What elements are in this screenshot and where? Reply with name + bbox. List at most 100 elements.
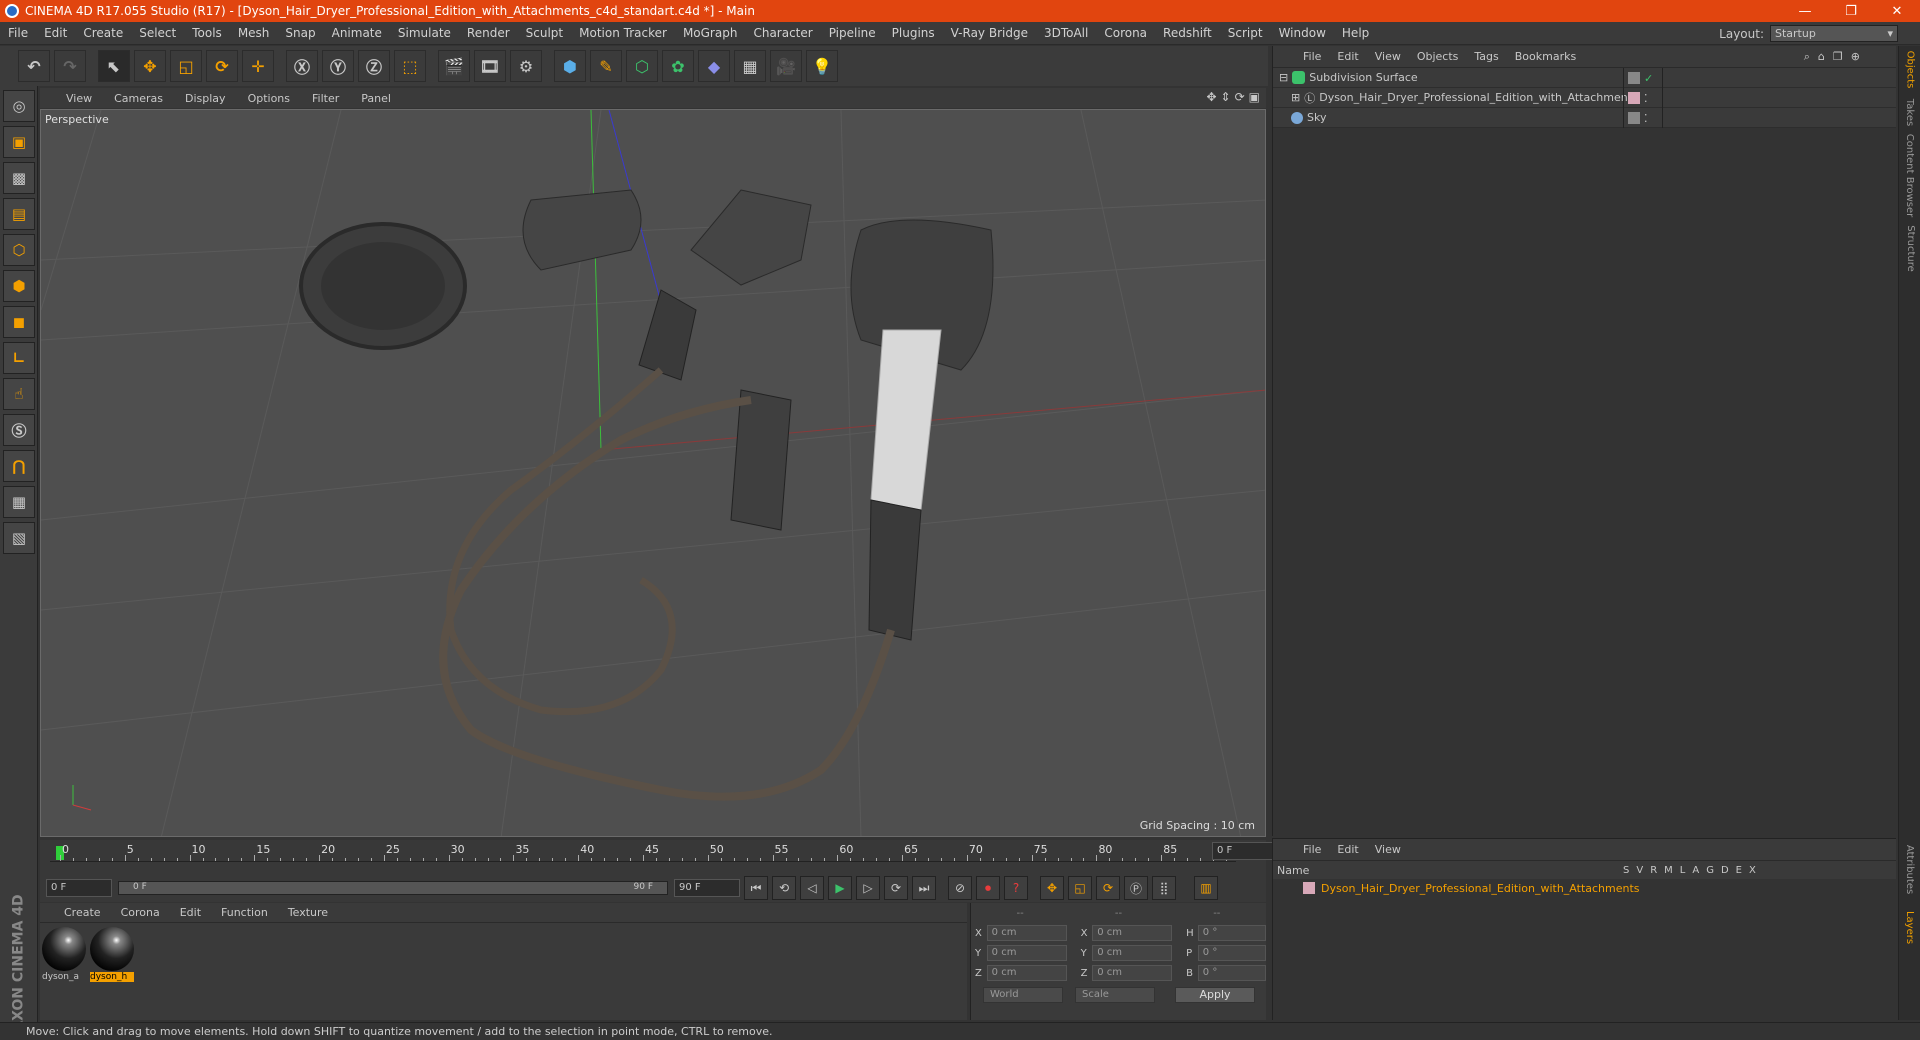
scale-tool-icon[interactable]: ◱ (170, 50, 202, 82)
layout-dropdown[interactable]: Startup (1770, 25, 1898, 42)
rotation-p-field[interactable]: 0 ° (1197, 945, 1267, 961)
viewport-menu-display[interactable]: Display (173, 92, 236, 105)
viewport-menu-cameras[interactable]: Cameras (102, 92, 173, 105)
layer-menu-edit[interactable]: Edit (1329, 843, 1366, 856)
menu-motion-tracker[interactable]: Motion Tracker (571, 26, 675, 40)
size-y-field[interactable]: 0 cm (1092, 945, 1173, 961)
menu-render[interactable]: Render (459, 26, 518, 40)
deformer-icon[interactable]: ◆ (698, 50, 730, 82)
minimize-button[interactable]: — (1782, 0, 1828, 22)
position-z-field[interactable]: 0 cm (986, 965, 1067, 981)
object-menu-objects[interactable]: Objects (1409, 50, 1467, 63)
tab-structure[interactable]: Structure (1899, 220, 1920, 276)
select-tool-icon[interactable]: ⬉ (98, 50, 130, 82)
menu-select[interactable]: Select (131, 26, 184, 40)
y-axis-icon[interactable]: Ⓨ (322, 50, 354, 82)
close-button[interactable]: ✕ (1874, 0, 1920, 22)
start-frame-field[interactable]: 0 F (46, 879, 112, 897)
solo-icon[interactable]: Ⓢ (3, 414, 35, 446)
menu-mograph[interactable]: MoGraph (675, 26, 746, 40)
material-menu-function[interactable]: Function (211, 906, 278, 919)
edges-mode-icon[interactable]: ⬢ (3, 270, 35, 302)
current-frame-field[interactable]: 0 F (1212, 842, 1274, 860)
make-editable-icon[interactable]: ◎ (3, 90, 35, 122)
menu-simulate[interactable]: Simulate (390, 26, 459, 40)
autokey-icon[interactable]: ⏺ (976, 876, 1000, 900)
object-row-sky[interactable]: Sky ⁚ (1273, 108, 1896, 128)
tab-takes[interactable]: Takes (1899, 94, 1920, 130)
viewport-maximize-icon[interactable]: ▣ (1249, 90, 1260, 104)
subdivision-surface-icon[interactable]: ⬡ (626, 50, 658, 82)
material-menu-texture[interactable]: Texture (278, 906, 338, 919)
go-to-start-icon[interactable]: ⏮ (744, 876, 768, 900)
material-swatch-selected[interactable]: dyson_h (90, 927, 134, 987)
axis-mode-icon[interactable]: ∟ (3, 342, 35, 374)
menu-help[interactable]: Help (1334, 26, 1377, 40)
z-axis-icon[interactable]: Ⓩ (358, 50, 390, 82)
lock-workplane-icon[interactable]: ▦ (3, 486, 35, 518)
render-view-icon[interactable]: 🎬 (438, 50, 470, 82)
enabled-check-icon[interactable]: ✓ (1644, 72, 1653, 85)
object-menu-file[interactable]: File (1295, 50, 1329, 63)
size-z-field[interactable]: 0 cm (1092, 965, 1173, 981)
material-menu-corona[interactable]: Corona (111, 906, 170, 919)
camera-icon[interactable]: 🎥 (770, 50, 802, 82)
undo-icon[interactable]: ↶ (18, 50, 50, 82)
planar-workplane-icon[interactable]: ▧ (3, 522, 35, 554)
viewport-zoom-icon[interactable]: ⇕ (1221, 90, 1231, 104)
menu-edit[interactable]: Edit (36, 26, 75, 40)
coordinate-mode-dropdown[interactable]: World (983, 987, 1063, 1003)
visibility-dots-icon[interactable]: ⁚ (1644, 92, 1648, 105)
floor-icon[interactable]: ▦ (734, 50, 766, 82)
menu-plugins[interactable]: Plugins (884, 26, 943, 40)
object-menu-bookmarks[interactable]: Bookmarks (1507, 50, 1584, 63)
tweak-mode-icon[interactable]: ☝ (3, 378, 35, 410)
timeline-ruler[interactable]: 051015202530354045505560657075808590 0 F (40, 840, 1274, 874)
object-row-dyson[interactable]: ⊞ Ⓛ Dyson_Hair_Dryer_Professional_Editio… (1273, 88, 1896, 108)
material-swatch[interactable]: dyson_a (42, 927, 86, 987)
record-keys-icon[interactable]: ⊘ (948, 876, 972, 900)
play-icon[interactable]: ▶ (828, 876, 852, 900)
tab-content-browser[interactable]: Content Browser (1899, 132, 1920, 218)
layer-menu-file[interactable]: File (1295, 843, 1329, 856)
cube-object-icon[interactable]: ⬢ (554, 50, 586, 82)
menu-tools[interactable]: Tools (184, 26, 230, 40)
object-menu-tags[interactable]: Tags (1466, 50, 1506, 63)
spline-pen-icon[interactable]: ✎ (590, 50, 622, 82)
texture-mode-icon[interactable]: ▩ (3, 162, 35, 194)
x-axis-icon[interactable]: Ⓧ (286, 50, 318, 82)
coordinate-type-dropdown[interactable]: Scale (1075, 987, 1155, 1003)
position-x-field[interactable]: 0 cm (986, 925, 1067, 941)
snap-magnet-icon[interactable]: ⋂ (3, 450, 35, 482)
key-scale-icon[interactable]: ◱ (1068, 876, 1092, 900)
expand-toggle-icon[interactable]: ⊞ (1291, 91, 1300, 104)
object-menu-edit[interactable]: Edit (1329, 50, 1366, 63)
layer-menu-view[interactable]: View (1367, 843, 1409, 856)
key-position-icon[interactable]: ✥ (1040, 876, 1064, 900)
polygons-mode-icon[interactable]: ◼ (3, 306, 35, 338)
keyframe-selection-icon[interactable]: ? (1004, 876, 1028, 900)
viewport-move-icon[interactable]: ✥ (1206, 90, 1216, 104)
material-menu-edit[interactable]: Edit (170, 906, 211, 919)
menu-file[interactable]: File (0, 26, 36, 40)
key-param-icon[interactable]: Ⓟ (1124, 876, 1148, 900)
menu-redshift[interactable]: Redshift (1155, 26, 1220, 40)
apply-button[interactable]: Apply (1175, 987, 1255, 1003)
expand-icon[interactable]: ⊕ (1851, 50, 1860, 64)
menu-script[interactable]: Script (1220, 26, 1271, 40)
collapse-toggle-icon[interactable]: ⊟ (1279, 71, 1288, 84)
viewport-rotate-icon[interactable]: ⟳ (1235, 90, 1245, 104)
cloner-icon[interactable]: ✿ (662, 50, 694, 82)
viewport-menu-view[interactable]: View (54, 92, 102, 105)
viewport-menu-options[interactable]: Options (236, 92, 300, 105)
rotate-tool-icon[interactable]: ⟳ (206, 50, 238, 82)
restore-button[interactable]: ❐ (1828, 0, 1874, 22)
render-settings-icon[interactable]: ⚙ (510, 50, 542, 82)
frame-ruler[interactable]: 051015202530354045505560657075808590 (50, 842, 1242, 862)
layer-row[interactable]: Dyson_Hair_Dryer_Professional_Edition_wi… (1273, 879, 1896, 897)
object-row-subdivision-surface[interactable]: ⊟ Subdivision Surface ✓ (1273, 68, 1896, 88)
viewport-menu-filter[interactable]: Filter (300, 92, 349, 105)
tab-attributes[interactable]: Attributes (1899, 836, 1920, 902)
coordinate-system-icon[interactable]: ⬚ (394, 50, 426, 82)
home-icon[interactable]: ⌂ (1818, 50, 1825, 64)
